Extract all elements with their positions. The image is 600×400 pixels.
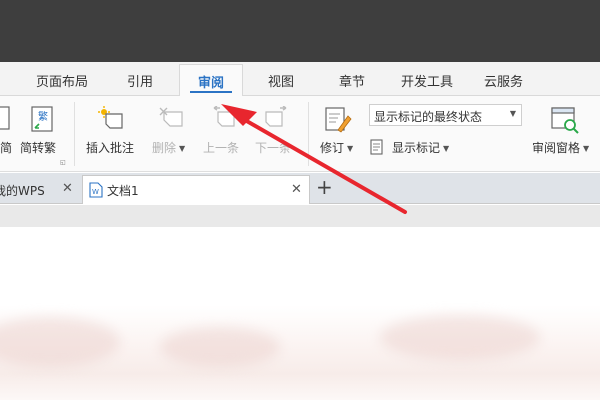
tab-cloud-services[interactable]: 云服务 — [484, 71, 523, 90]
track-changes-button[interactable]: 修订 ▼ — [316, 96, 362, 168]
track-changes-label: 修订 ▼ — [320, 139, 353, 156]
doc-tab-my-wps[interactable]: 我的WPS ✕ — [0, 175, 80, 204]
review-pane-text: 审阅窗格 — [532, 141, 581, 155]
show-markup-label: 显示标记 ▼ — [392, 139, 449, 156]
doc-tab-label: 文档1 — [107, 184, 139, 198]
background-blur — [160, 327, 280, 367]
review-pane-icon — [551, 107, 579, 134]
track-changes-text: 修订 — [320, 141, 345, 155]
delete-comment-label: 删除 ▼ — [152, 139, 185, 156]
simp-to-trad-icon: 繁 — [31, 106, 53, 132]
document-tab-bar: 我的WPS ✕ W 文档1 ✕ + — [0, 173, 600, 204]
next-comment-label: 下一条 — [255, 141, 292, 155]
caret-down-icon: ▼ — [179, 144, 186, 153]
background-blur — [380, 315, 540, 360]
document-canvas[interactable] — [0, 227, 600, 400]
caret-down-icon: ▼ — [583, 144, 590, 153]
caret-down-icon: ▼ — [443, 144, 450, 153]
insert-comment-button[interactable]: 插入批注 — [82, 96, 144, 168]
show-markup-button[interactable]: 显示标记 ▼ — [370, 136, 470, 158]
markup-state-value: 显示标记的最终状态 — [374, 110, 483, 124]
title-bar — [0, 0, 600, 62]
tab-references[interactable]: 引用 — [127, 71, 153, 90]
insert-comment-label: 插入批注 — [86, 141, 135, 155]
show-markup-text: 显示标记 — [392, 141, 441, 155]
svg-text:W: W — [92, 188, 99, 196]
previous-comment-button[interactable]: 上一条 — [200, 96, 250, 168]
tab-chapter[interactable]: 章节 — [339, 71, 365, 90]
svg-text:繁: 繁 — [38, 110, 48, 123]
review-pane-label: 审阅窗格 ▼ — [532, 139, 589, 156]
plus-icon[interactable]: + — [316, 175, 333, 199]
show-markup-icon — [370, 139, 383, 155]
insert-comment-icon — [98, 106, 123, 129]
simp-to-trad-label: 简转繁 — [20, 141, 57, 155]
review-ribbon: 简 繁 简转繁 ◱ 插入批注 删除 ▼ 上一条 下一条 修订 ▼ 显示标记的最终… — [0, 96, 600, 172]
close-icon[interactable]: ✕ — [291, 182, 302, 197]
document-icon: W — [89, 182, 103, 198]
toolbar-strip — [0, 205, 600, 227]
tab-review[interactable]: 审阅 — [179, 64, 244, 97]
doc-tab-document1[interactable]: W 文档1 ✕ — [82, 175, 310, 204]
caret-down-icon: ▼ — [509, 109, 516, 118]
document-icon — [0, 106, 10, 130]
caret-down-icon: ▼ — [347, 144, 354, 153]
tab-view[interactable]: 视图 — [268, 71, 294, 90]
close-icon[interactable]: ✕ — [62, 181, 73, 196]
background-blur — [0, 317, 120, 367]
review-pane-button[interactable]: 审阅窗格 ▼ — [528, 96, 600, 168]
delete-comment-icon — [159, 107, 183, 127]
doc-tab-label: 我的WPS — [0, 184, 45, 198]
delete-comment-button[interactable]: 删除 ▼ — [150, 96, 196, 168]
trad-to-simp-label: 简 — [0, 141, 13, 155]
group-launcher-icon[interactable]: ◱ — [60, 159, 66, 166]
delete-text: 删除 — [152, 141, 177, 155]
menu-bar: 页面布局 引用 审阅 视图 章节 开发工具 云服务 — [0, 62, 600, 97]
next-comment-button[interactable]: 下一条 — [252, 96, 302, 168]
tab-page-layout[interactable]: 页面布局 — [36, 71, 88, 90]
next-comment-icon — [265, 106, 287, 127]
tab-developer-tools[interactable]: 开发工具 — [401, 71, 453, 90]
track-changes-icon — [325, 107, 352, 133]
markup-state-select[interactable]: 显示标记的最终状态 ▼ — [369, 104, 522, 126]
previous-comment-icon — [213, 106, 235, 127]
trad-to-simp-button[interactable]: 简 — [0, 96, 14, 168]
ribbon-separator — [74, 102, 75, 166]
ribbon-separator — [308, 102, 309, 166]
simp-to-trad-button[interactable]: 繁 简转繁 ◱ — [20, 96, 68, 168]
previous-comment-label: 上一条 — [203, 141, 240, 155]
